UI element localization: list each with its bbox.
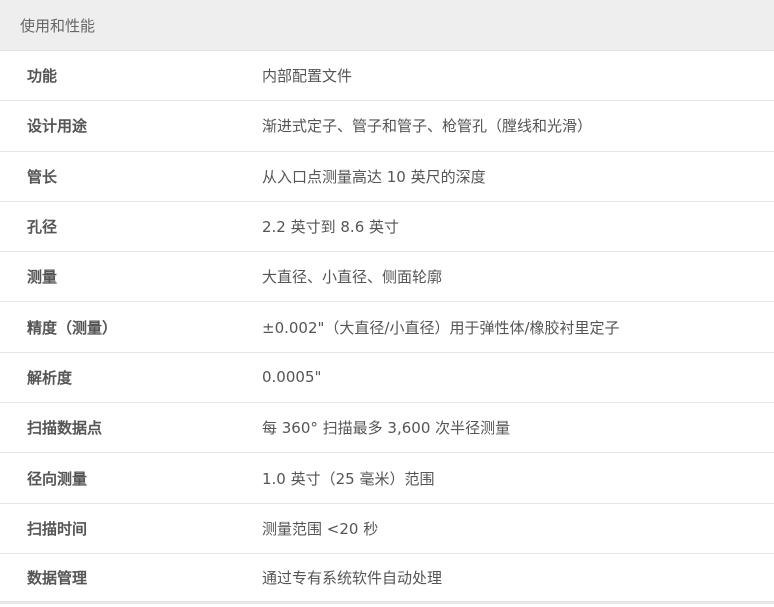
spec-label: 扫描数据点 <box>27 419 103 438</box>
spec-row-data-management: 数据管理 通过专有系统软件自动处理 <box>0 554 774 605</box>
spec-value: ±0.002"（大直径/小直径）用于弹性体/橡胶衬里定子 <box>262 318 620 337</box>
spec-label: 解析度 <box>27 368 73 387</box>
spec-label: 扫描时间 <box>27 519 88 538</box>
spec-label: 精度（测量） <box>27 318 118 337</box>
spec-value: 每 360° 扫描最多 3,600 次半径测量 <box>262 419 511 438</box>
spec-row-design-use: 设计用途 渐进式定子、管子和管子、枪管孔（膛线和光滑） <box>0 101 774 152</box>
spec-label: 孔径 <box>27 218 58 237</box>
spec-value: 通过专有系统软件自动处理 <box>262 569 443 588</box>
spec-value: 2.2 英寸到 8.6 英寸 <box>262 218 400 237</box>
spec-row-accuracy: 精度（测量） ±0.002"（大直径/小直径）用于弹性体/橡胶衬里定子 <box>0 302 774 353</box>
spec-label: 设计用途 <box>27 117 88 136</box>
spec-label: 测量 <box>27 268 58 287</box>
spec-value: 渐进式定子、管子和管子、枪管孔（膛线和光滑） <box>262 117 593 136</box>
spec-row-scan-data-points: 扫描数据点 每 360° 扫描最多 3,600 次半径测量 <box>0 403 774 454</box>
spec-row-tube-length: 管长 从入口点测量高达 10 英尺的深度 <box>0 152 774 202</box>
section-title: 使用和性能 <box>20 16 96 35</box>
spec-value: 从入口点测量高达 10 英尺的深度 <box>262 167 486 186</box>
spec-row-radial-measurement: 径向测量 1.0 英寸（25 毫米）范围 <box>0 453 774 504</box>
spec-value: 测量范围 <20 秒 <box>262 519 379 538</box>
spec-label: 数据管理 <box>27 569 88 588</box>
spec-row-measurement: 测量 大直径、小直径、侧面轮廓 <box>0 252 774 303</box>
spec-label: 径向测量 <box>27 469 88 488</box>
spec-value: 1.0 英寸（25 毫米）范围 <box>262 469 435 488</box>
spec-label: 管长 <box>27 167 58 186</box>
section-header: 使用和性能 <box>0 0 774 51</box>
spec-label: 功能 <box>27 67 58 86</box>
spec-table: 使用和性能 功能 内部配置文件 设计用途 渐进式定子、管子和管子、枪管孔（膛线和… <box>0 0 774 605</box>
spec-value: 大直径、小直径、侧面轮廓 <box>262 268 443 287</box>
spec-value: 内部配置文件 <box>262 67 353 86</box>
spec-row-function: 功能 内部配置文件 <box>0 51 774 102</box>
spec-row-bore-diameter: 孔径 2.2 英寸到 8.6 英寸 <box>0 202 774 253</box>
spec-row-resolution: 解析度 0.0005" <box>0 353 774 404</box>
spec-row-scan-time: 扫描时间 测量范围 <20 秒 <box>0 504 774 554</box>
spec-value: 0.0005" <box>262 368 322 387</box>
